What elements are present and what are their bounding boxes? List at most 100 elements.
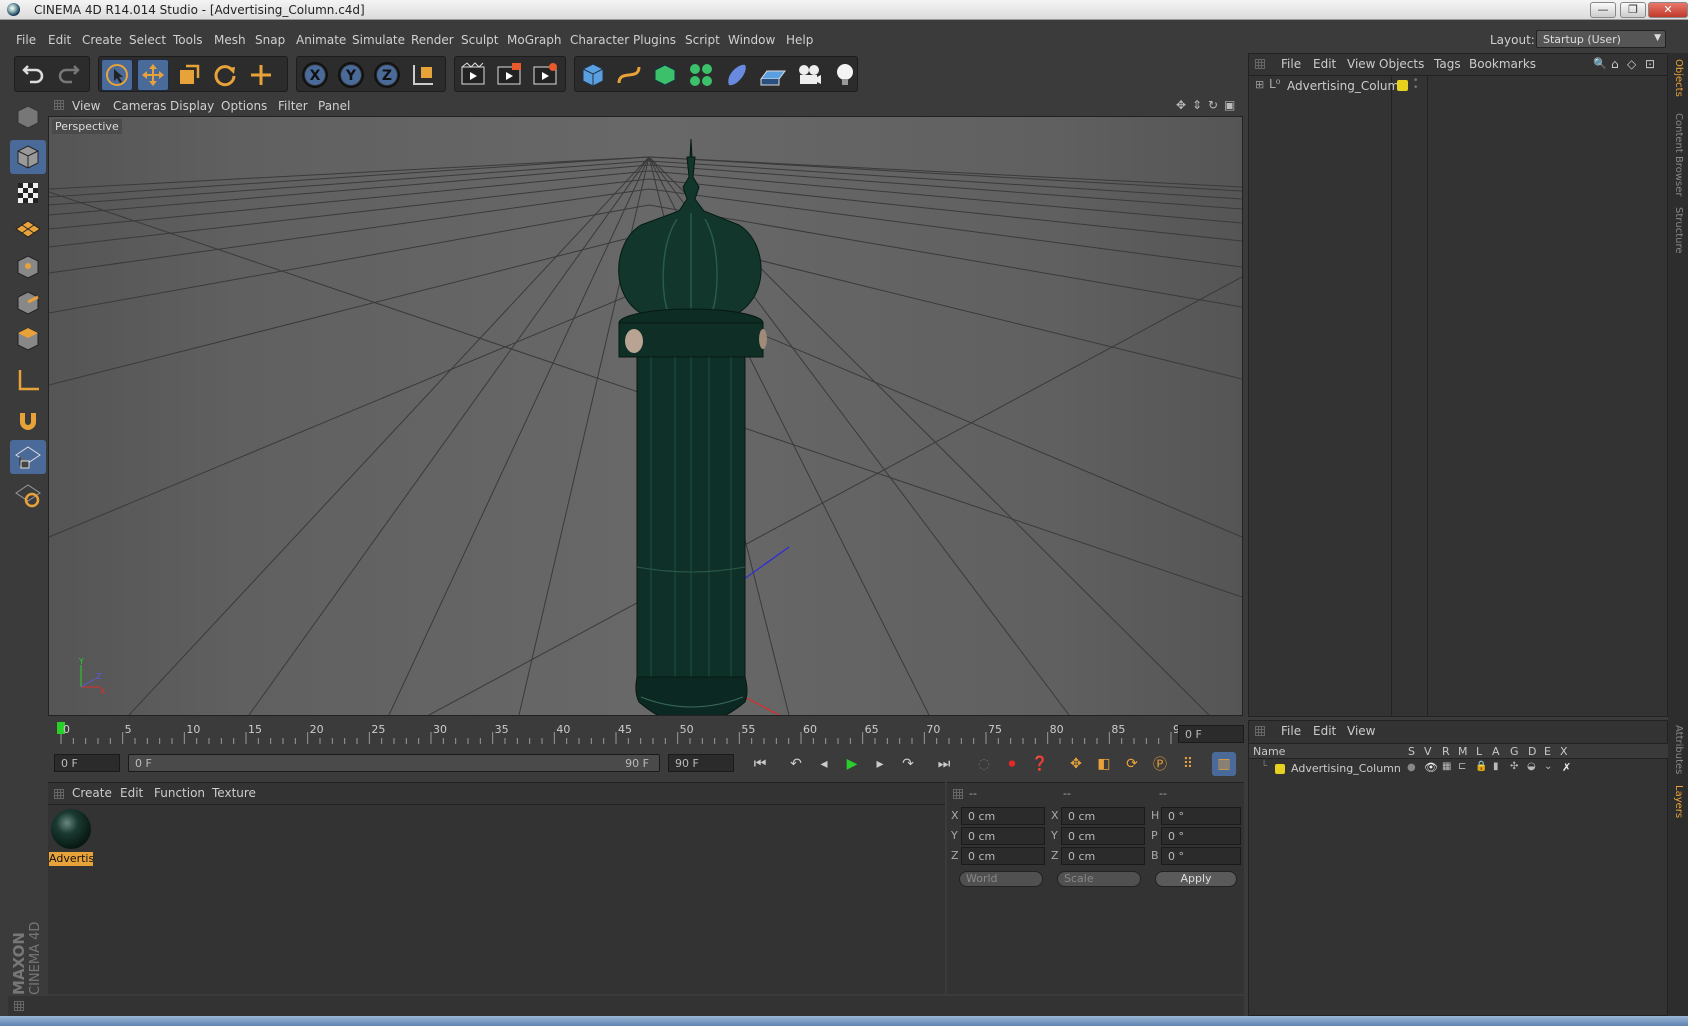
viewport-menu-cameras[interactable]: Cameras [113,99,166,113]
menu-mograph[interactable]: MoGraph [507,33,562,47]
lm-menu-view[interactable]: View [1347,724,1375,738]
key-parameter-icon[interactable]: Ⓟ [1148,752,1172,776]
record-disabled-icon[interactable]: ◌ [972,752,996,776]
menu-window[interactable]: Window [728,33,775,47]
workplane-icon[interactable] [10,212,46,246]
menu-script[interactable]: Script [685,33,720,47]
size-z-field[interactable]: 0 cm [1061,847,1145,865]
coordinate-system-icon[interactable] [407,59,439,91]
rot-p-field[interactable]: 0 ° [1161,827,1241,845]
lock-toggle-icon[interactable]: 🔒 [1475,761,1487,772]
menu-simulate[interactable]: Simulate [352,33,405,47]
timeline-ruler[interactable]: 051015202530354045505560657075808590 0 F [48,718,1244,748]
coord-system-dropdown[interactable]: World [959,871,1043,887]
pos-y-field[interactable]: 0 cm [961,827,1045,845]
viewport-nav-zoom-icon[interactable]: ⇕ [1192,98,1202,112]
panel-grip-icon[interactable] [14,1001,24,1011]
lm-menu-edit[interactable]: Edit [1313,724,1336,738]
autokey-icon[interactable]: ⏺ [1000,752,1024,776]
model-mode-icon[interactable] [10,140,46,174]
viewport-maximize-icon[interactable]: ▣ [1224,98,1235,112]
om-menu-objects[interactable]: Objects [1379,57,1424,71]
viewport-menu-panel[interactable]: Panel [318,99,350,113]
3d-viewport[interactable]: Perspective Y X Z [48,116,1243,716]
column-view[interactable]: V [1424,745,1432,758]
texture-mode-icon[interactable] [10,176,46,210]
menu-select[interactable]: Select [129,33,166,47]
key-rotation-icon[interactable]: ⟳ [1120,752,1144,776]
expression-toggle-icon[interactable]: ⌄ [1544,761,1552,772]
material-menu-texture[interactable]: Texture [212,786,256,800]
axis-mode-icon[interactable] [10,364,46,398]
render-toggle-icon[interactable]: ▦ [1442,761,1451,772]
end-frame-field[interactable]: 90 F [668,754,734,772]
menu-snap[interactable]: Snap [255,33,285,47]
next-frame-icon[interactable]: ▸ [868,752,892,776]
array-icon[interactable] [685,59,717,91]
redo-icon[interactable] [53,59,85,91]
z-axis-icon[interactable]: Z [371,59,403,91]
key-scale-icon[interactable]: ◧ [1092,752,1116,776]
viewport-menu-view[interactable]: View [72,99,100,113]
column-deformers[interactable]: D [1528,745,1536,758]
panel-grip-icon[interactable] [1255,726,1265,736]
key-pla-icon[interactable]: ⠿ [1176,752,1200,776]
size-y-field[interactable]: 0 cm [1061,827,1145,845]
menu-animate[interactable]: Animate [296,33,346,47]
render-view-icon[interactable] [457,59,489,91]
floor-icon[interactable] [757,59,789,91]
rot-h-field[interactable]: 0 ° [1161,807,1241,825]
side-tab-objects[interactable]: Objects [1673,59,1684,97]
generator-toggle-icon[interactable]: ✣ [1510,761,1518,772]
column-xrefs[interactable]: X [1560,745,1568,758]
back-icon[interactable]: ◇ [1627,57,1636,71]
previous-key-icon[interactable]: ↶ [784,752,808,776]
object-row[interactable]: ⊞ L⁰ Advertising_Column • • [1251,77,1661,95]
panel-grip-icon[interactable] [54,789,64,799]
menu-mesh[interactable]: Mesh [214,33,246,47]
menu-edit[interactable]: Edit [48,33,71,47]
menu-sculpt[interactable]: Sculpt [461,33,498,47]
viewport-nav-rotate-icon[interactable]: ↻ [1208,98,1218,112]
manager-toggle-icon[interactable]: ⊏ [1458,761,1466,772]
restore-button[interactable]: ❐ [1620,2,1646,18]
subdivision-icon[interactable] [649,59,681,91]
make-editable-icon[interactable] [10,100,46,134]
material-swatch[interactable]: Advertis [49,809,93,869]
om-menu-view[interactable]: View [1347,57,1375,71]
layer-color-swatch[interactable] [1275,764,1285,774]
menu-character[interactable]: Character [570,33,629,47]
search-icon[interactable]: 🔍 [1593,57,1607,70]
om-menu-file[interactable]: File [1281,57,1301,71]
pos-x-field[interactable]: 0 cm [961,807,1045,825]
spline-pen-icon[interactable] [613,59,645,91]
polygons-mode-icon[interactable] [10,322,46,356]
layer-color-swatch[interactable] [1397,80,1408,91]
cube-icon[interactable] [577,59,609,91]
column-render[interactable]: R [1442,745,1450,758]
column-animation[interactable]: A [1492,745,1500,758]
undo-icon[interactable] [17,59,49,91]
light-icon[interactable] [829,59,861,91]
current-frame-field[interactable]: 0 F [1178,725,1244,743]
column-manager[interactable]: M [1458,745,1468,758]
xref-toggle-icon[interactable]: ✗ [1562,761,1571,774]
go-to-start-icon[interactable]: ⏮ [748,752,772,776]
next-key-icon[interactable]: ↷ [896,752,920,776]
panel-grip-icon[interactable] [1255,59,1265,69]
x-axis-icon[interactable]: X [299,59,331,91]
layout-dropdown[interactable]: Startup (User) ▼ [1536,30,1666,48]
go-to-end-icon[interactable]: ⏭ [932,752,956,776]
view-toggle-icon[interactable]: 👁 [1424,761,1438,774]
menu-create[interactable]: Create [82,33,122,47]
side-tab-structure[interactable]: Structure [1673,207,1684,254]
minimize-button[interactable]: — [1590,2,1616,18]
rotate-icon[interactable] [209,59,241,91]
material-menu-edit[interactable]: Edit [120,786,143,800]
side-tab-attributes[interactable]: Attributes [1673,725,1684,774]
viewport-menu-options[interactable]: Options [221,99,267,113]
timeline-window-icon[interactable]: ▥ [1212,752,1236,776]
layer-row[interactable]: └ Advertising_Column ● 👁 ▦ ⊏ 🔒 ▮ ✣ ◒ ⌄ ✗ [1251,761,1661,777]
snap-grid-icon[interactable] [10,440,46,474]
y-axis-icon[interactable]: Y [335,59,367,91]
